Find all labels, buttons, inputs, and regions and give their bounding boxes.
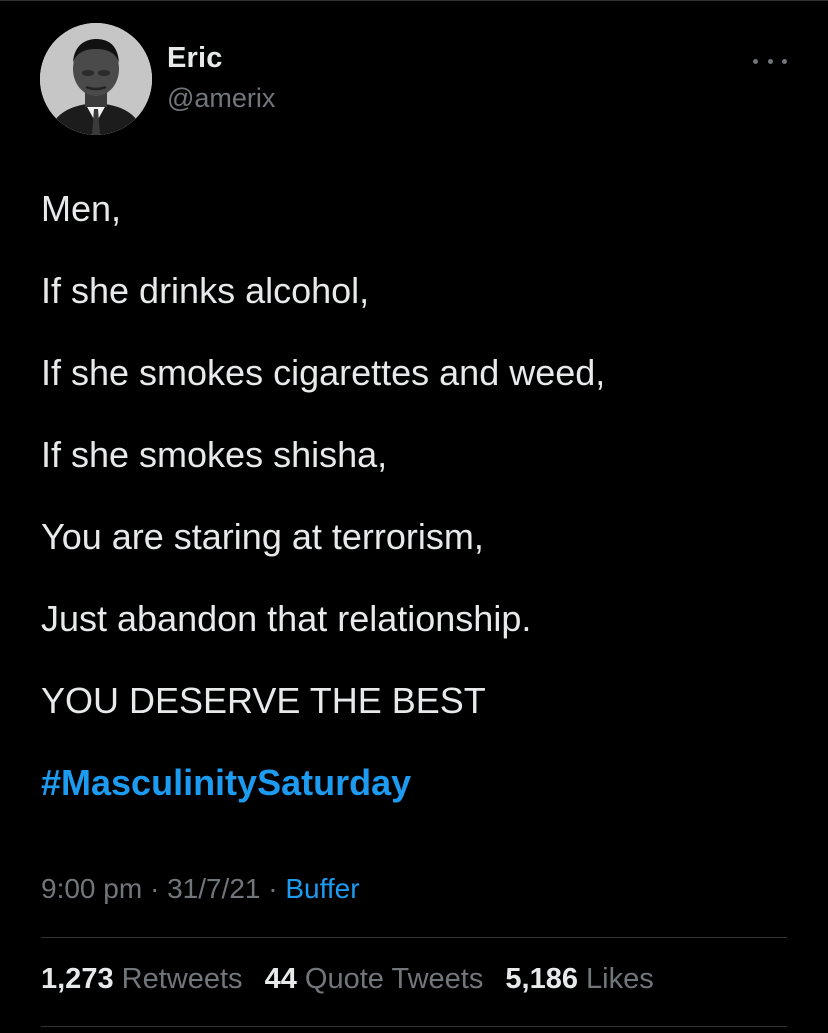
quote-tweets-stat[interactable]: 44 Quote Tweets xyxy=(265,963,484,995)
divider xyxy=(41,937,787,938)
tweet-line: Men, xyxy=(41,188,122,229)
dot xyxy=(782,58,787,64)
divider xyxy=(41,1026,787,1027)
more-options-icon[interactable] xyxy=(753,48,787,74)
tweet-line: If she drinks alcohol, xyxy=(41,270,370,311)
tweet-line: YOU DESERVE THE BEST xyxy=(41,680,486,721)
top-divider xyxy=(0,0,828,1)
profile-photo-icon xyxy=(40,23,152,135)
tweet-line: You are staring at terrorism, xyxy=(41,516,484,557)
tweet-date[interactable]: 31/7/21 xyxy=(167,873,260,904)
meta-separator: · xyxy=(142,873,168,904)
retweets-count: 1,273 xyxy=(41,963,114,995)
tweet-text: Men, If she drinks alcohol, If she smoke… xyxy=(41,188,801,844)
quote-tweets-label: Quote Tweets xyxy=(304,963,484,995)
retweets-stat[interactable]: 1,273 Retweets xyxy=(41,963,243,995)
likes-stat[interactable]: 5,186 Likes xyxy=(505,963,653,995)
tweet-time[interactable]: 9:00 pm xyxy=(41,873,142,904)
quote-tweets-count: 44 xyxy=(264,963,297,995)
meta-separator: · xyxy=(260,873,286,904)
hashtag-link[interactable]: #MasculinitySaturday xyxy=(41,762,801,803)
likes-label: Likes xyxy=(586,963,654,995)
author-handle[interactable]: @amerix xyxy=(167,83,275,114)
avatar[interactable] xyxy=(40,23,152,135)
tweet-line: If she smokes cigarettes and weed, xyxy=(41,352,606,393)
likes-count: 5,186 xyxy=(505,963,578,995)
retweets-label: Retweets xyxy=(121,963,243,995)
dot xyxy=(753,58,758,64)
tweet-source-link[interactable]: Buffer xyxy=(285,873,359,904)
tweet-stats: 1,273 Retweets 44 Quote Tweets 5,186 Lik… xyxy=(41,963,668,996)
tweet-line: If she smokes shisha, xyxy=(41,434,388,475)
tweet-meta: 9:00 pm · 31/7/21 · Buffer xyxy=(41,873,360,905)
dot xyxy=(767,58,773,64)
author-name[interactable]: Eric xyxy=(167,42,223,75)
tweet-line: Just abandon that relationship. xyxy=(41,598,532,639)
